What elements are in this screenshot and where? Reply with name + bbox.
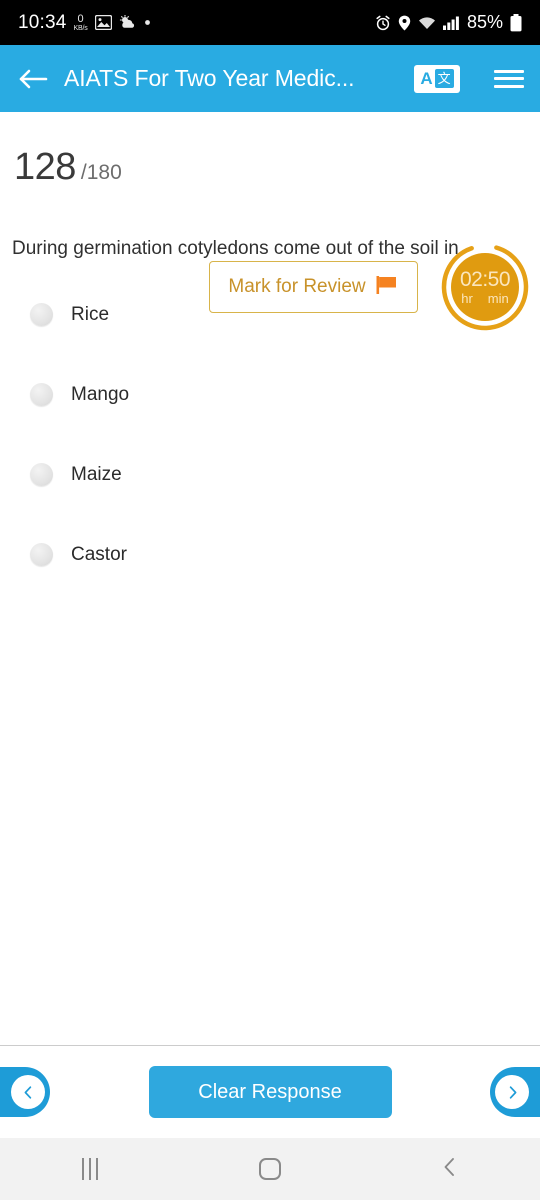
mark-for-review-label: Mark for Review [228, 276, 366, 297]
network-speed-unit: KB/s [73, 24, 88, 32]
hamburger-bar [494, 77, 524, 80]
weather-icon [119, 15, 137, 30]
recents-bar [89, 1158, 91, 1180]
recents-button[interactable] [0, 1138, 180, 1200]
answer-option[interactable]: Castor [12, 538, 528, 572]
network-speed-value: 0 [77, 12, 84, 25]
action-bar: Clear Response [0, 1045, 540, 1138]
answer-option-label: Rice [71, 303, 110, 325]
answer-option[interactable]: Mango [12, 378, 528, 412]
previous-question-button[interactable] [0, 1067, 50, 1117]
status-bar-left: 10:34 0 KB/s [18, 12, 151, 34]
question-meta-row: 128 /180 Mark for Review 02:50 hr min [0, 112, 540, 331]
flag-icon [375, 274, 399, 301]
recents-icon [82, 1158, 98, 1180]
answer-option[interactable]: Maize [12, 458, 528, 492]
system-navigation-bar [0, 1138, 540, 1200]
chevron-left-icon [11, 1075, 45, 1109]
recents-bar [96, 1158, 98, 1180]
mark-for-review-button[interactable]: Mark for Review [209, 261, 418, 313]
image-icon [94, 15, 112, 30]
translate-icon[interactable]: A 文 [414, 64, 460, 93]
next-question-button[interactable] [490, 1067, 540, 1117]
home-button[interactable] [180, 1138, 360, 1200]
question-number-total: /180 [80, 160, 122, 184]
status-time: 10:34 [18, 11, 67, 33]
answer-option-label: Castor [71, 543, 127, 565]
radio-button[interactable] [30, 543, 53, 567]
answer-option-label: Maize [71, 463, 122, 485]
home-icon [259, 1158, 281, 1180]
chevron-right-icon [495, 1075, 529, 1109]
alarm-icon [375, 15, 391, 31]
translate-letter: A [420, 69, 433, 88]
question-body: During germination cotyledons come out o… [0, 222, 540, 1045]
clear-response-button[interactable]: Clear Response [148, 1066, 392, 1118]
radio-button[interactable] [30, 383, 53, 407]
radio-button[interactable] [30, 303, 53, 327]
status-bar: 10:34 0 KB/s 85% [0, 0, 540, 45]
hamburger-bar [494, 84, 524, 88]
battery-icon [510, 13, 522, 32]
dot-icon [144, 19, 151, 26]
question-number-current: 128 [14, 145, 76, 188]
page-title: AIATS For Two Year Medic... [64, 65, 355, 91]
app-header: AIATS For Two Year Medic... A 文 [0, 45, 540, 112]
status-bar-right: 85% [375, 12, 522, 33]
back-arrow-icon[interactable] [16, 62, 50, 96]
exam-timer: 02:50 hr min [441, 243, 529, 331]
answer-options-list: Rice Mango Maize Castor [12, 298, 528, 572]
wifi-icon [418, 16, 436, 30]
phone-screen: 10:34 0 KB/s 85% AIATS For Two Year Medi… [0, 0, 540, 1200]
question-counter: 128 /180 [14, 146, 122, 189]
battery-percent: 85% [466, 12, 503, 32]
translate-glyph: 文 [434, 69, 454, 88]
recents-bar [82, 1158, 84, 1180]
network-speed-indicator: 0 KB/s [73, 12, 88, 32]
signal-icon [442, 16, 459, 30]
hamburger-bar [494, 69, 524, 73]
system-back-icon [440, 1156, 460, 1183]
answer-option-label: Mango [71, 383, 130, 405]
hamburger-menu-icon[interactable] [494, 67, 524, 91]
location-icon [398, 15, 411, 31]
radio-button[interactable] [30, 463, 53, 487]
system-back-button[interactable] [360, 1138, 540, 1200]
